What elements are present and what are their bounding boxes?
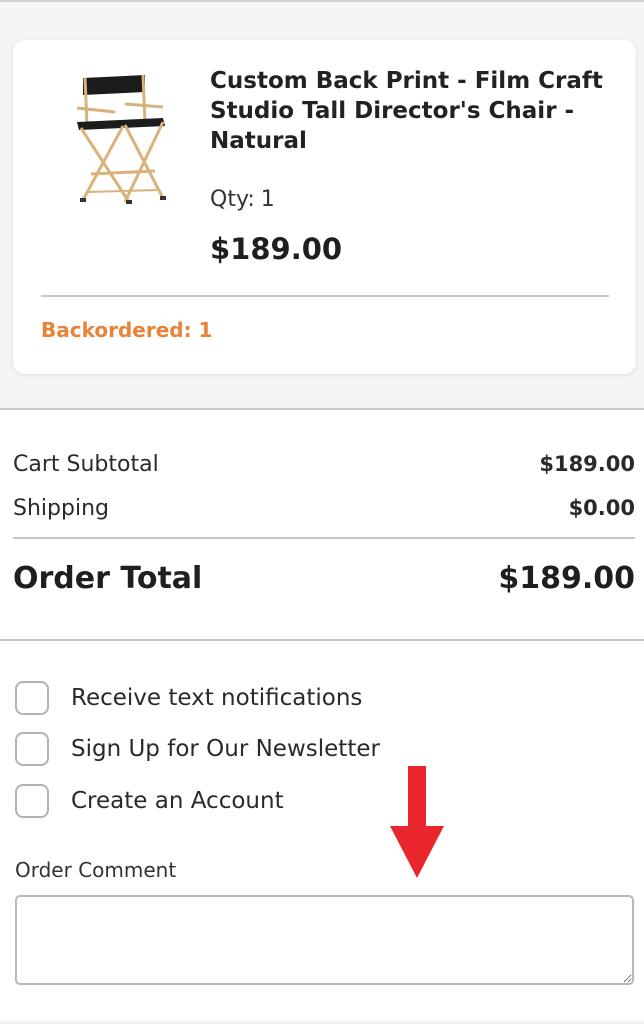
text-notifications-label[interactable]: Receive text notifications: [71, 685, 362, 711]
card-divider: [41, 295, 609, 297]
order-comment-label: Order Comment: [15, 858, 177, 882]
create-account-label[interactable]: Create an Account: [71, 788, 284, 814]
order-total-label: Order Total: [13, 561, 203, 596]
qty-value: 1: [260, 187, 275, 212]
product-name[interactable]: Custom Back Print - Film Craft Studio Ta…: [210, 66, 620, 156]
product-card: Custom Back Print - Film Craft Studio Ta…: [13, 40, 636, 374]
shipping-row: Shipping $0.00: [13, 496, 635, 521]
text-notifications-option[interactable]: Receive text notifications: [15, 681, 362, 715]
product-price: $189.00: [210, 232, 343, 266]
product-quantity: Qty: 1: [210, 187, 275, 212]
newsletter-option[interactable]: Sign Up for Our Newsletter: [15, 732, 380, 766]
subtotal-row: Cart Subtotal $189.00: [13, 452, 635, 477]
cart-items-section: Custom Back Print - Film Craft Studio Ta…: [0, 0, 644, 410]
arrow-down-icon: [390, 766, 444, 878]
create-account-option[interactable]: Create an Account: [15, 784, 284, 818]
shipping-label: Shipping: [13, 496, 109, 521]
qty-label: Qty:: [210, 187, 255, 212]
subtotal-label: Cart Subtotal: [13, 452, 159, 477]
text-notifications-checkbox[interactable]: [15, 681, 49, 715]
newsletter-checkbox[interactable]: [15, 732, 49, 766]
director-chair-image: [76, 74, 166, 204]
backorder-status: Backordered: 1: [41, 318, 213, 342]
summary-divider: [13, 537, 635, 539]
order-total-row: Order Total $189.00: [13, 561, 635, 596]
shipping-value: $0.00: [568, 496, 635, 520]
subtotal-value: $189.00: [539, 452, 635, 476]
section-divider: [0, 639, 644, 641]
order-comment-field[interactable]: [15, 895, 634, 985]
newsletter-label[interactable]: Sign Up for Our Newsletter: [71, 736, 380, 762]
create-account-checkbox[interactable]: [15, 784, 49, 818]
order-total-value: $189.00: [498, 561, 635, 596]
